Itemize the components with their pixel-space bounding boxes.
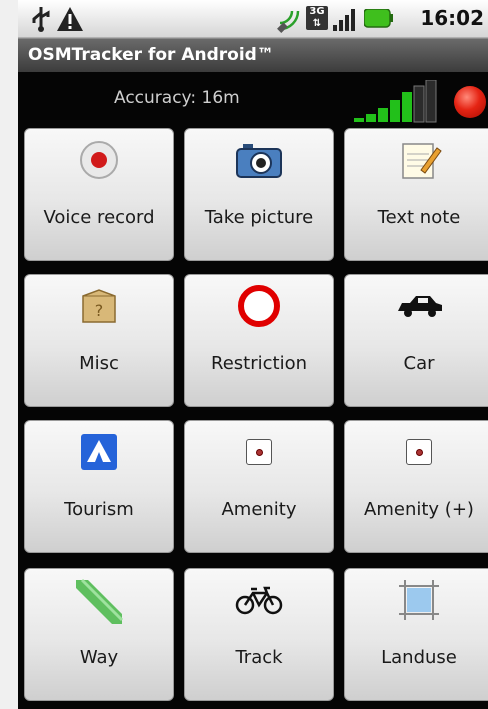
restriction-icon bbox=[238, 285, 280, 327]
voice-record-label: Voice record bbox=[43, 207, 155, 228]
svg-text:?: ? bbox=[95, 301, 104, 320]
voice-record-icon bbox=[80, 141, 118, 179]
notepad-icon bbox=[402, 143, 442, 179]
text-note-label: Text note bbox=[377, 207, 461, 228]
clock: 16:02 bbox=[420, 6, 484, 30]
bicycle-icon bbox=[235, 586, 283, 615]
tourism-button[interactable]: Tourism bbox=[24, 420, 174, 553]
network-3g-icon: 3G ⇅ bbox=[306, 6, 328, 30]
gps-signal-icon bbox=[277, 10, 300, 33]
take-picture-button[interactable]: Take picture bbox=[184, 128, 334, 261]
landuse-icon bbox=[399, 580, 439, 620]
gps-signal-strength-icon bbox=[354, 80, 437, 123]
track-label: Track bbox=[235, 647, 283, 668]
landuse-button[interactable]: Landuse bbox=[344, 568, 488, 701]
way-button[interactable]: Way bbox=[24, 568, 174, 701]
amenity-plus-button[interactable]: Amenity (+) bbox=[344, 420, 488, 553]
network-label: 3G bbox=[309, 6, 325, 17]
battery-icon bbox=[364, 9, 393, 28]
way-icon bbox=[76, 578, 124, 624]
app-title: OSMTracker for Android™ bbox=[28, 45, 274, 65]
way-label: Way bbox=[79, 647, 119, 668]
misc-label: Misc bbox=[79, 353, 119, 374]
car-label: Car bbox=[403, 353, 435, 374]
box-icon: ? bbox=[82, 289, 116, 323]
car-button[interactable]: Car bbox=[344, 274, 488, 407]
restriction-label: Restriction bbox=[211, 353, 307, 374]
recording-indicator-icon bbox=[454, 86, 486, 118]
landuse-label: Landuse bbox=[381, 647, 457, 668]
amenity-label: Amenity bbox=[221, 499, 297, 520]
app-title-bar: OSMTracker for Android™ bbox=[18, 38, 488, 72]
phone-screen: 3G ⇅ 16:02 OSMTracker for Android™ Accura… bbox=[18, 0, 488, 709]
accuracy-text: Accuracy: 16m bbox=[114, 88, 240, 108]
car-icon bbox=[398, 296, 442, 317]
amenity-plus-label: Amenity (+) bbox=[364, 499, 474, 520]
tent-icon bbox=[81, 434, 117, 470]
track-button[interactable]: Track bbox=[184, 568, 334, 701]
amenity-icon bbox=[246, 439, 272, 465]
restriction-button[interactable]: Restriction bbox=[184, 274, 334, 407]
warning-icon bbox=[57, 7, 83, 31]
misc-button[interactable]: ? Misc bbox=[24, 274, 174, 407]
take-picture-label: Take picture bbox=[204, 207, 314, 228]
voice-record-button[interactable]: Voice record bbox=[24, 128, 174, 261]
amenity-button[interactable]: Amenity bbox=[184, 420, 334, 553]
cell-signal-icon bbox=[333, 9, 355, 31]
status-bar: 3G ⇅ 16:02 bbox=[18, 0, 488, 38]
usb-icon bbox=[32, 7, 50, 32]
camera-icon bbox=[236, 144, 282, 178]
tourism-label: Tourism bbox=[64, 499, 134, 520]
amenity-plus-icon bbox=[406, 439, 432, 465]
text-note-button[interactable]: Text note bbox=[344, 128, 488, 261]
